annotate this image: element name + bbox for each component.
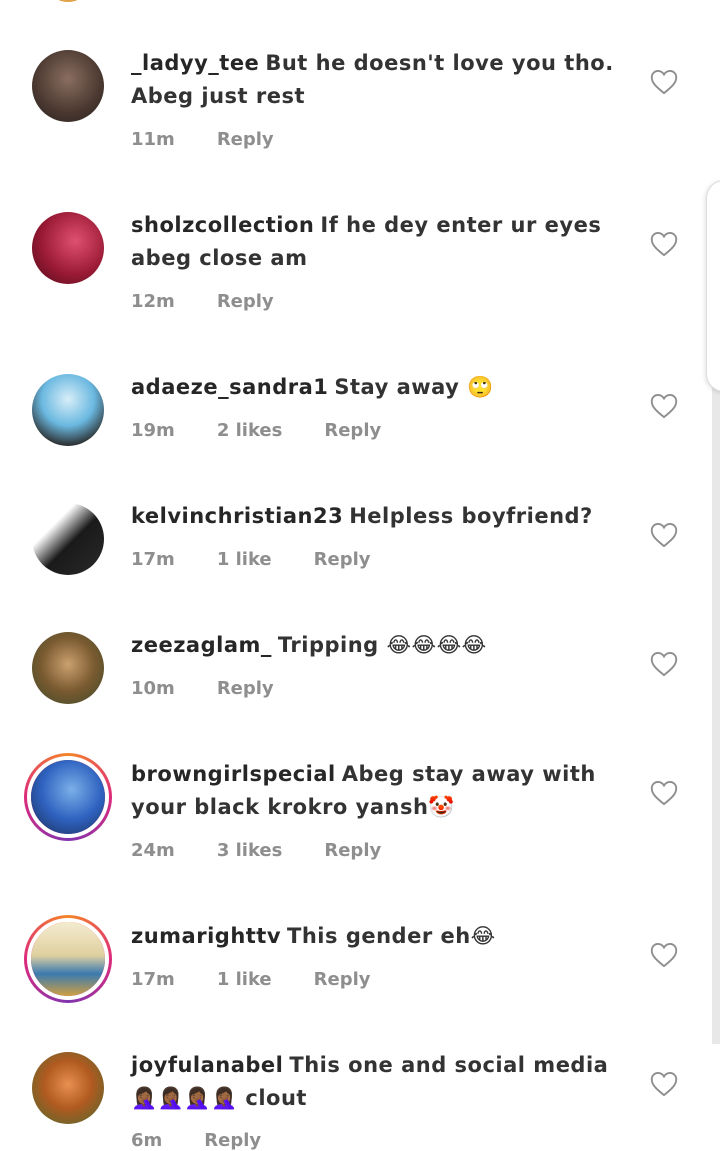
avatar bbox=[27, 756, 109, 838]
comment-likes[interactable]: 1 like bbox=[217, 969, 272, 990]
avatar[interactable] bbox=[32, 212, 104, 284]
avatar[interactable] bbox=[32, 1052, 104, 1124]
avatar[interactable] bbox=[32, 503, 104, 575]
heart-icon[interactable] bbox=[650, 393, 678, 419]
avatar-image bbox=[32, 503, 104, 575]
avatar[interactable] bbox=[48, 0, 88, 2]
comment-meta: 12m Reply bbox=[131, 291, 274, 312]
comment-text: browngirlspecial Abeg stay away with your… bbox=[131, 758, 631, 824]
comment-body: Tripping 😂😂😂😂 bbox=[277, 633, 487, 657]
heart-icon[interactable] bbox=[650, 69, 678, 95]
comment-body: Stay away 🙄 bbox=[334, 375, 494, 399]
reply-button[interactable]: Reply bbox=[314, 549, 371, 570]
heart-icon[interactable] bbox=[650, 780, 678, 806]
heart-icon[interactable] bbox=[650, 231, 678, 257]
heart-icon[interactable] bbox=[650, 522, 678, 548]
comment-meta: 17m 1 like Reply bbox=[131, 969, 371, 990]
avatar-image bbox=[32, 50, 104, 122]
comment-likes[interactable]: 3 likes bbox=[217, 840, 283, 861]
avatar-image bbox=[32, 1052, 104, 1124]
comment-username[interactable]: adaeze_sandra1 bbox=[131, 375, 328, 399]
avatar[interactable] bbox=[32, 50, 104, 122]
heart-icon[interactable] bbox=[650, 651, 678, 677]
comment-time: 19m bbox=[131, 420, 175, 441]
avatar-image bbox=[32, 374, 104, 446]
comment-body: Helpless boyfriend? bbox=[349, 504, 593, 528]
comment-username[interactable]: zeezaglam_ bbox=[131, 633, 272, 657]
heart-icon[interactable] bbox=[650, 1071, 678, 1097]
avatar[interactable] bbox=[32, 632, 104, 704]
reply-button[interactable]: Reply bbox=[217, 291, 274, 312]
comment-username[interactable]: kelvinchristian23 bbox=[131, 504, 343, 528]
comment-username[interactable]: _ladyy_tee bbox=[131, 51, 259, 75]
comment-likes[interactable]: 1 like bbox=[217, 549, 272, 570]
comment-text: sholzcollection If he dey enter ur eyes a… bbox=[131, 209, 631, 275]
avatar bbox=[27, 918, 109, 1000]
avatar-image bbox=[32, 212, 104, 284]
avatar-image bbox=[31, 922, 105, 996]
reply-button[interactable]: Reply bbox=[324, 420, 381, 441]
comment-text: _ladyy_tee But he doesn't love you tho. A… bbox=[131, 47, 631, 113]
comment-text: zumarighttv This gender eh😂 bbox=[131, 920, 631, 953]
reply-button[interactable]: Reply bbox=[314, 969, 371, 990]
comment-time: 12m bbox=[131, 291, 175, 312]
comment-meta: 17m 1 like Reply bbox=[131, 549, 371, 570]
avatar-story-ring[interactable] bbox=[24, 915, 112, 1003]
avatar-image bbox=[31, 760, 105, 834]
comment-text: adaeze_sandra1 Stay away 🙄 bbox=[131, 371, 631, 404]
comment-body: This gender eh😂 bbox=[287, 924, 496, 948]
comment-likes[interactable]: 2 likes bbox=[217, 420, 283, 441]
comment-time: 11m bbox=[131, 129, 175, 150]
reply-button[interactable]: Reply bbox=[217, 678, 274, 699]
comment-meta: 19m 2 likes Reply bbox=[131, 420, 381, 441]
comment-text: zeezaglam_ Tripping 😂😂😂😂 bbox=[131, 629, 631, 662]
comment-username[interactable]: joyfulanabel bbox=[131, 1053, 283, 1077]
side-panel-handle[interactable] bbox=[706, 180, 720, 392]
comment-time: 17m bbox=[131, 969, 175, 990]
avatar-story-ring[interactable] bbox=[24, 753, 112, 841]
comment-meta: 11m Reply bbox=[131, 129, 274, 150]
comment-username[interactable]: zumarighttv bbox=[131, 924, 281, 948]
reply-button[interactable]: Reply bbox=[324, 840, 381, 861]
avatar[interactable] bbox=[32, 374, 104, 446]
reply-button[interactable]: Reply bbox=[217, 129, 274, 150]
comment-meta: 10m Reply bbox=[131, 678, 274, 699]
comment-time: 17m bbox=[131, 549, 175, 570]
comment-time: 24m bbox=[131, 840, 175, 861]
comment-meta: 24m 3 likes Reply bbox=[131, 840, 381, 861]
comment-text: kelvinchristian23 Helpless boyfriend? bbox=[131, 500, 631, 533]
heart-icon[interactable] bbox=[650, 942, 678, 968]
comment-text: joyfulanabel This one and social media 🤦🏾… bbox=[131, 1049, 631, 1115]
comment-username[interactable]: sholzcollection bbox=[131, 213, 314, 237]
avatar-image bbox=[32, 632, 104, 704]
comment-time: 10m bbox=[131, 678, 175, 699]
comment-username[interactable]: browngirlspecial bbox=[131, 762, 336, 786]
